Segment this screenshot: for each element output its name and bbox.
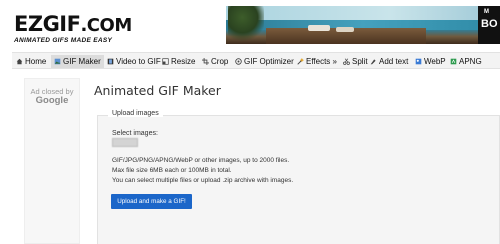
logo-tagline: ANIMATED GIFS MADE EASY <box>14 37 113 44</box>
info-zip: You can select multiple files or upload … <box>112 177 294 184</box>
optimize-icon <box>235 58 242 65</box>
ad-brand-letter: M <box>484 9 489 15</box>
nav-item-effects[interactable]: Effects » <box>297 55 337 68</box>
ad-brand-text: BO <box>481 18 498 30</box>
logo-main-text: EZGIF <box>14 12 81 36</box>
nav-item-gif-maker[interactable]: GIF Maker <box>51 55 104 68</box>
logo-wordmark: EZGIF.COM <box>14 14 132 36</box>
nav-item-home[interactable]: Home <box>16 55 46 68</box>
select-images-label: Select images: <box>112 130 158 137</box>
nav-item-gif-optimizer[interactable]: GIF Optimizer <box>235 55 294 68</box>
nav-item-apng[interactable]: APNG <box>450 55 482 68</box>
nav-item-resize[interactable]: Resize <box>162 55 195 68</box>
nav-label: Add text <box>379 57 409 66</box>
logo-dotcom-text: .COM <box>80 15 132 36</box>
webp-icon <box>415 58 422 65</box>
resize-icon <box>162 58 169 65</box>
info-formats: GIF/JPG/PNG/APNG/WebP or other images, u… <box>112 157 290 164</box>
main-content: Animated GIF Maker Upload images Select … <box>84 70 500 244</box>
nav-label: Resize <box>171 57 196 66</box>
ad-banner-sky <box>226 6 500 20</box>
nav-label: Effects » <box>306 57 337 66</box>
nav-item-crop[interactable]: Crop <box>202 55 228 68</box>
nav-label: Home <box>25 57 47 66</box>
ad-banner-palm <box>228 6 264 44</box>
nav-label: GIF Optimizer <box>244 57 294 66</box>
nav-label: Video to GIF <box>116 57 161 66</box>
upload-button[interactable]: Upload and make a GIF! <box>111 194 192 209</box>
sidebar-ad: Ad closed by Google <box>24 78 80 244</box>
nav-label: Crop <box>211 57 229 66</box>
ad-banner-chair <box>336 27 354 32</box>
upload-legend: Upload images <box>108 110 163 117</box>
split-icon <box>343 58 350 65</box>
nav-label: WebP <box>424 57 446 66</box>
film-icon <box>107 58 114 65</box>
nav-label: Split <box>352 57 368 66</box>
home-icon <box>16 58 23 65</box>
apng-icon <box>450 58 457 65</box>
page-title: Animated GIF Maker <box>94 83 221 98</box>
nav-label: APNG <box>459 57 482 66</box>
info-size-limit: Max file size 6MB each or 100MB in total… <box>112 167 232 174</box>
site-logo[interactable]: EZGIF.COM ANIMATED GIFS MADE EASY <box>14 14 132 45</box>
text-icon <box>370 59 376 65</box>
effects-icon <box>297 58 304 65</box>
ad-google-text: Google <box>35 95 69 106</box>
nav-item-video-to-gif[interactable]: Video to GIF <box>107 55 161 68</box>
file-input-button[interactable] <box>112 138 138 147</box>
ad-brand-panel: M BO <box>478 6 500 44</box>
ad-banner[interactable]: M BO <box>226 6 500 44</box>
nav-item-split[interactable]: Split <box>343 55 368 68</box>
nav-label: GIF Maker <box>63 57 101 66</box>
image-icon <box>54 58 61 65</box>
main-nav: Home GIF Maker Video to GIF Resize Crop … <box>12 52 500 69</box>
ad-banner-chair <box>308 25 330 31</box>
crop-icon <box>202 58 209 65</box>
site-header: EZGIF.COM ANIMATED GIFS MADE EASY M BO <box>0 0 500 50</box>
nav-item-add-text[interactable]: Add text <box>370 55 408 68</box>
nav-item-webp[interactable]: WebP <box>415 55 446 68</box>
